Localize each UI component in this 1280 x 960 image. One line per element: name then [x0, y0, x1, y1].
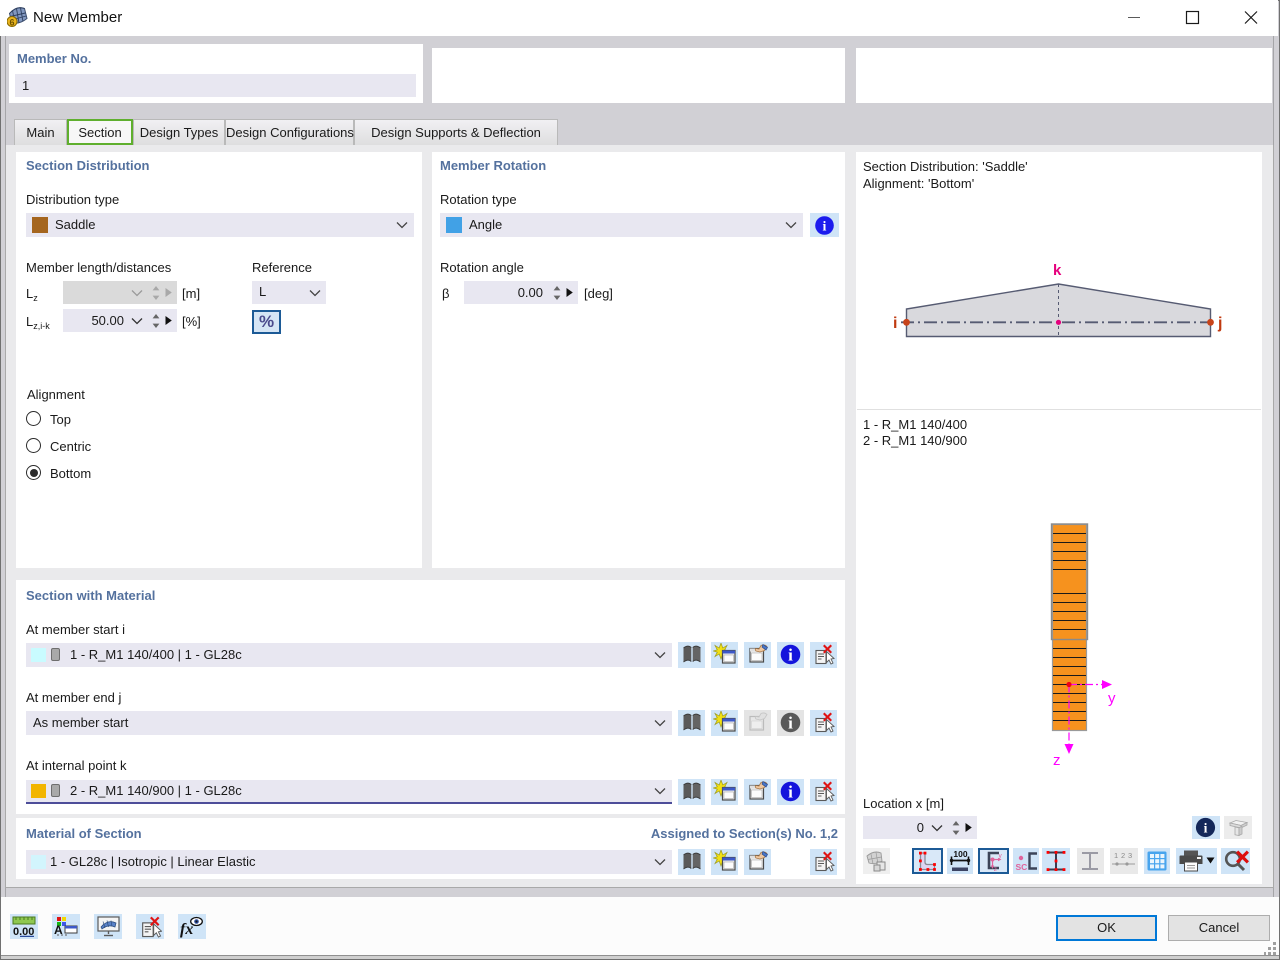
svg-text:2: 2	[1121, 851, 1125, 860]
svg-text:z: z	[1053, 752, 1061, 768]
svg-text:6: 6	[9, 18, 14, 28]
svg-text:100: 100	[953, 849, 967, 859]
svg-text:z: z	[994, 866, 997, 872]
svg-text:k: k	[1053, 262, 1062, 279]
svg-text:0.00: 0.00	[13, 926, 34, 937]
svg-text:SC: SC	[1016, 862, 1028, 872]
svg-text:j: j	[1217, 315, 1222, 332]
svg-text:y: y	[999, 853, 1003, 860]
svg-text:i: i	[893, 315, 897, 332]
svg-text:1: 1	[1114, 851, 1118, 860]
svg-text:3: 3	[1128, 851, 1132, 860]
svg-text:y: y	[1108, 690, 1116, 707]
svg-text:i: i	[823, 220, 827, 235]
svg-text:i: i	[1204, 821, 1208, 836]
